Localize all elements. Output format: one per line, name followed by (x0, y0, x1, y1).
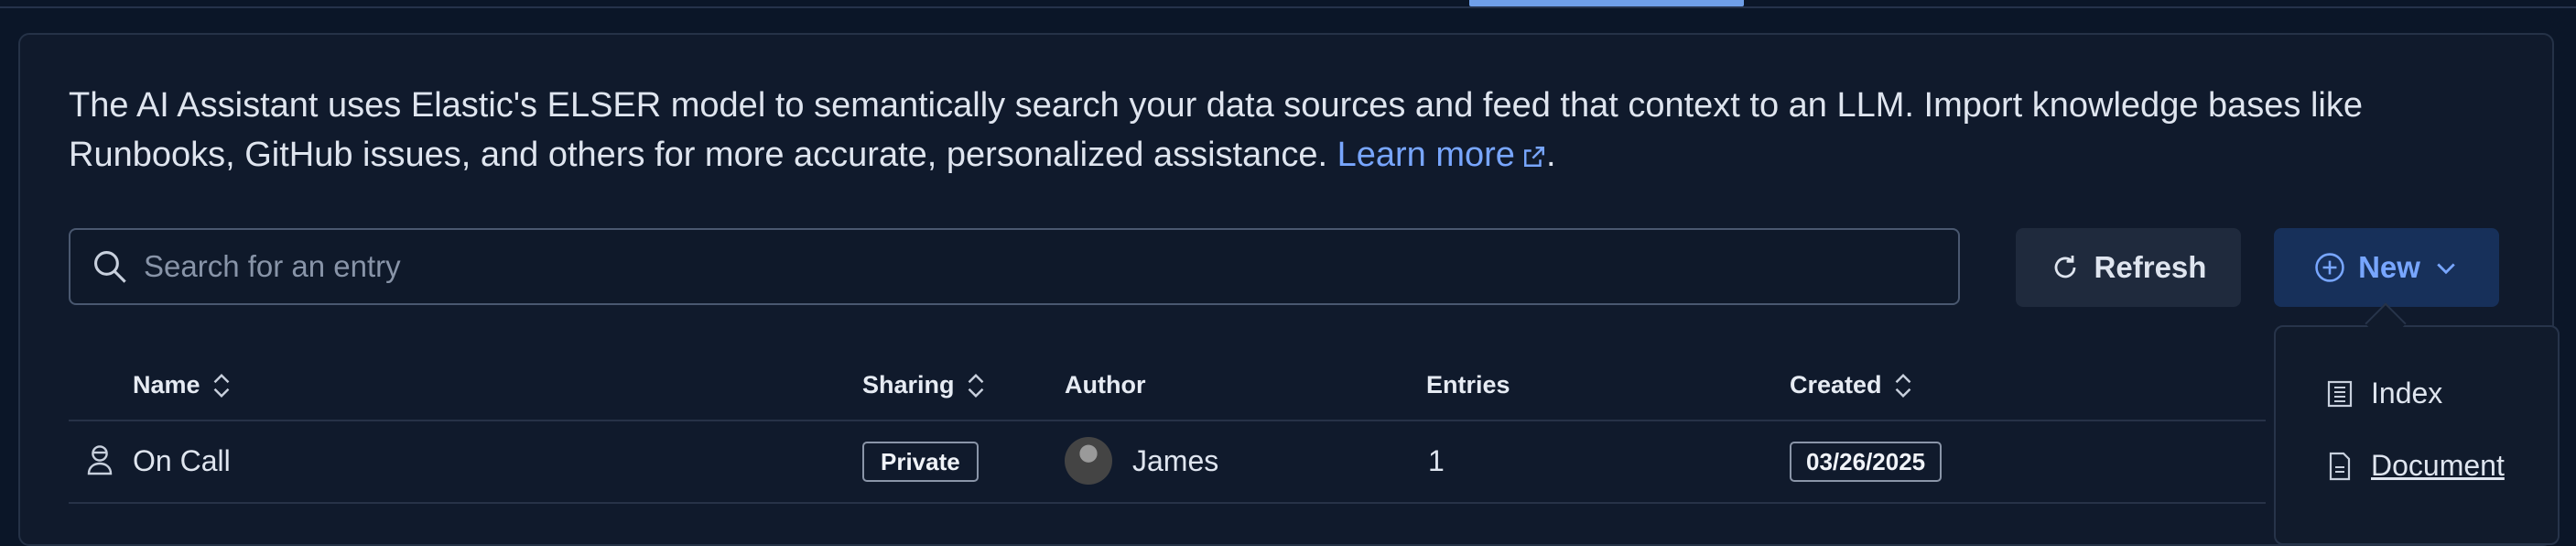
menu-item-index[interactable]: Index (2325, 377, 2442, 410)
description-suffix: . (1545, 136, 1556, 174)
sort-icon (213, 373, 229, 398)
new-label: New (2358, 250, 2420, 284)
avatar (1065, 437, 1112, 485)
search-icon (94, 251, 126, 283)
column-header-author-label: Author (1065, 371, 1146, 399)
search-box[interactable] (69, 228, 1960, 305)
entry-name[interactable]: On Call (133, 444, 231, 478)
external-link-icon (1523, 147, 1544, 167)
chevron-down-icon (2437, 263, 2455, 275)
created-date-badge: 03/26/2025 (1790, 442, 1943, 482)
description: The AI Assistant uses Elastic's ELSER mo… (69, 81, 2522, 180)
menu-item-index-label: Index (2371, 377, 2443, 410)
menu-item-document-label: Document (2371, 449, 2505, 482)
active-tab-indicator (1469, 0, 1744, 6)
author-name: James (1132, 444, 1219, 477)
entries-count: 1 (1428, 444, 1445, 477)
column-header-entries: Entries (1426, 371, 1510, 399)
row-divider (69, 502, 2266, 504)
column-header-author: Author (1065, 371, 1145, 399)
column-header-sharing-label: Sharing (862, 371, 955, 399)
tabs-divider (0, 6, 2576, 8)
column-header-created-label: Created (1790, 371, 1882, 399)
document-icon (2329, 452, 2351, 480)
column-header-sharing[interactable]: Sharing (862, 371, 988, 399)
column-header-name[interactable]: Name (133, 371, 233, 399)
index-icon (2327, 380, 2353, 407)
new-dropdown-menu (2274, 325, 2560, 545)
description-text: The AI Assistant uses Elastic's ELSER mo… (69, 86, 2363, 174)
learn-more-link[interactable]: Learn more (1337, 136, 1546, 174)
refresh-icon (2054, 256, 2075, 278)
search-input[interactable] (142, 248, 1958, 285)
column-header-created[interactable]: Created (1790, 371, 1915, 399)
sort-icon (1895, 373, 1910, 398)
sort-icon (968, 373, 983, 398)
sharing-badge: Private (862, 442, 979, 482)
refresh-label: Refresh (2094, 250, 2207, 284)
user-icon (87, 445, 113, 475)
new-button[interactable]: New (2274, 228, 2499, 307)
menu-item-document[interactable]: Document (2325, 449, 2505, 483)
column-header-entries-label: Entries (1426, 371, 1510, 399)
header-divider (69, 420, 2266, 421)
column-header-name-label: Name (133, 371, 200, 399)
plus-circle-icon (2315, 253, 2344, 282)
refresh-button[interactable]: Refresh (2016, 228, 2241, 307)
